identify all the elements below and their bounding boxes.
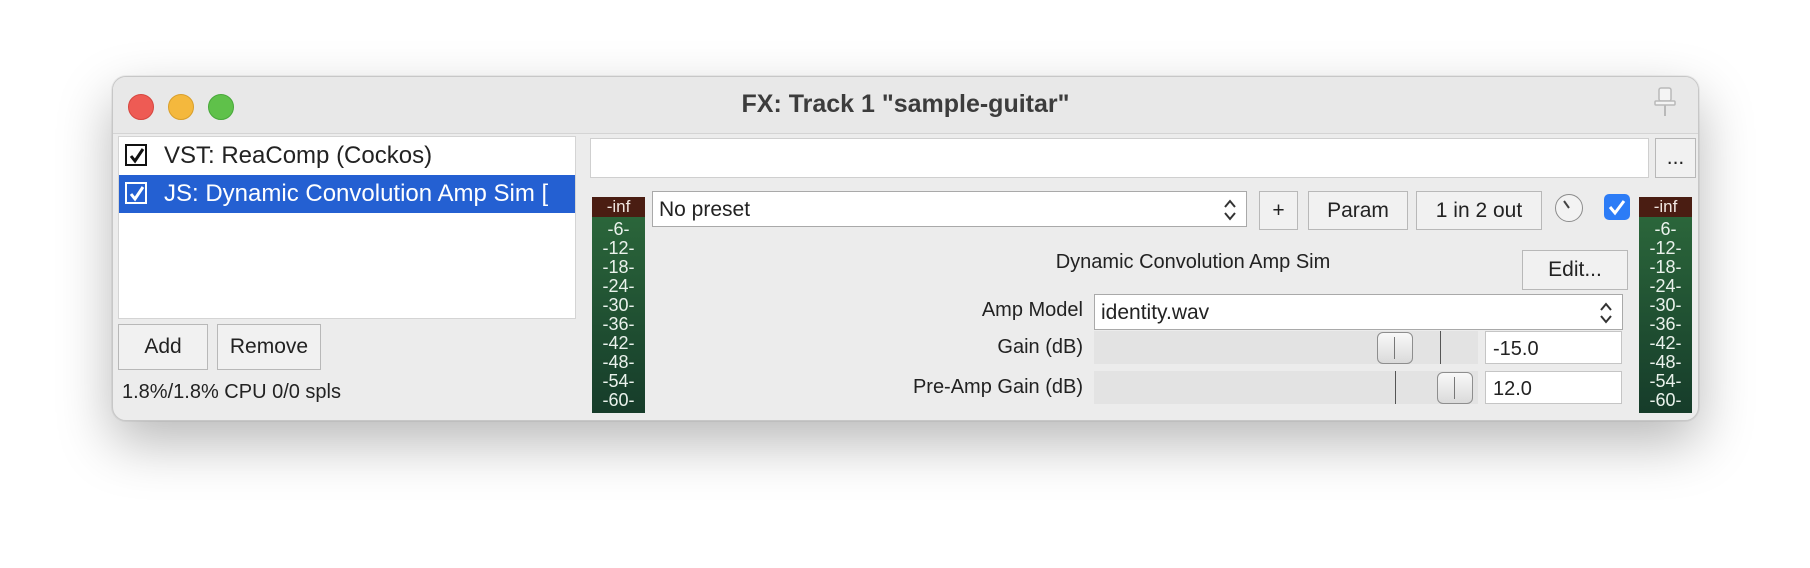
fx-item-reacomp[interactable]: VST: ReaComp (Cockos) <box>119 137 575 175</box>
preamp-gain-label: Pre-Amp Gain (dB) <box>912 376 1083 398</box>
fx-chain-list[interactable]: VST: ReaComp (Cockos) JS: Dynamic Convol… <box>118 136 576 319</box>
output-meter: -inf -6- -12- -18- -24- -30- -36- -42- -48- -5… <box>1639 197 1692 413</box>
titlebar: FX: Track 1 "sample-guitar" <box>113 77 1698 134</box>
preamp-value-field[interactable]: 12.0 <box>1485 371 1622 404</box>
preset-value: No preset <box>659 198 751 221</box>
plugin-path-field[interactable] <box>590 138 1649 178</box>
wet-knob-icon[interactable] <box>1555 194 1583 222</box>
amp-model-label: Amp Model <box>981 299 1083 321</box>
add-fx-button[interactable]: Add <box>118 324 208 370</box>
window-title: FX: Track 1 "sample-guitar" <box>741 90 1070 118</box>
output-peak-label: -inf <box>1639 197 1692 217</box>
gain-label: Gain (dB) <box>997 336 1083 358</box>
edit-button[interactable]: Edit... <box>1522 250 1628 290</box>
plugin-name: Dynamic Convolution Amp Sim <box>1055 251 1331 273</box>
remove-fx-button[interactable]: Remove <box>217 324 321 370</box>
updown-chevron-icon <box>1600 302 1612 324</box>
fx-item-label: JS: Dynamic Convolution Amp Sim [ <box>164 180 549 207</box>
bypass-checkbox[interactable] <box>1604 194 1630 220</box>
input-meter-scale: -6- -12- -18- -24- -30- -36- -42- -48- -54- -6… <box>602 219 635 410</box>
checkbox-icon[interactable] <box>125 182 147 204</box>
gain-slider-thumb[interactable] <box>1377 332 1413 364</box>
fx-item-label: VST: ReaComp (Cockos) <box>164 142 433 169</box>
checkbox-icon[interactable] <box>125 144 147 166</box>
preamp-slider-thumb[interactable] <box>1437 372 1473 404</box>
fx-window: FX: Track 1 "sample-guitar" VST: ReaComp… <box>112 76 1699 421</box>
cpu-status: 1.8%/1.8% CPU 0/0 spls <box>122 381 341 403</box>
fx-item-amp-sim[interactable]: JS: Dynamic Convolution Amp Sim [ <box>119 175 575 213</box>
updown-chevron-icon <box>1224 199 1236 221</box>
gain-value-field[interactable]: -15.0 <box>1485 331 1622 364</box>
gain-slider[interactable] <box>1094 331 1478 364</box>
preamp-gain-slider[interactable] <box>1094 371 1478 404</box>
amp-model-select[interactable]: identity.wav <box>1094 294 1623 330</box>
io-routing-button[interactable]: 1 in 2 out <box>1416 191 1542 230</box>
add-preset-button[interactable]: + <box>1259 191 1298 230</box>
amp-model-value: identity.wav <box>1101 301 1210 324</box>
preset-select[interactable]: No preset <box>652 191 1247 227</box>
more-options-button[interactable]: ... <box>1655 138 1696 178</box>
param-button[interactable]: Param <box>1308 191 1408 230</box>
input-meter: -inf -6- -12- -18- -24- -30- -36- -42- -48- -5… <box>592 197 645 413</box>
preamp-default-mark <box>1395 371 1396 404</box>
gain-default-mark <box>1440 331 1441 364</box>
output-meter-scale: -6- -12- -18- -24- -30- -36- -42- -48- -54- -6… <box>1649 219 1682 410</box>
input-peak-label: -inf <box>592 197 645 217</box>
pin-icon[interactable] <box>1648 85 1682 119</box>
